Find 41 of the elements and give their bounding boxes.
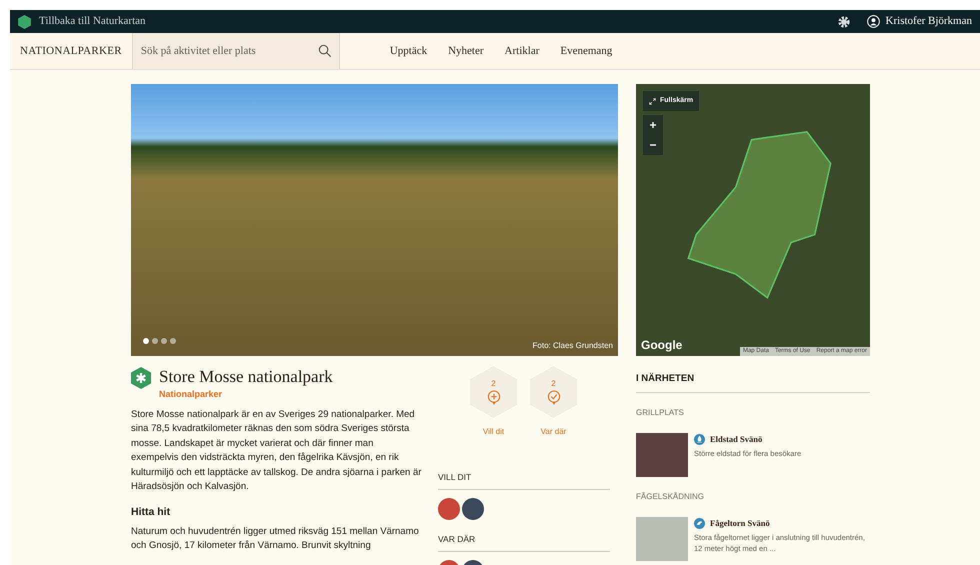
action-count: 2 — [551, 378, 556, 390]
section-heading: VILL DIT — [438, 471, 610, 490]
nav-link[interactable]: Evenemang — [560, 42, 612, 60]
nav-link[interactable]: Nyheter — [448, 42, 484, 60]
logo-icon — [18, 14, 31, 28]
zoom-out-button[interactable]: − — [643, 135, 663, 155]
hexagon-background — [530, 366, 577, 418]
category-heading: GRILLPLATS — [636, 407, 685, 420]
plus-pin-icon — [486, 390, 500, 406]
photo-placeholder — [636, 433, 688, 478]
back-link[interactable]: Tillbaka till Naturkartan — [18, 13, 146, 30]
place-link[interactable]: Fågeltorn Svänö — [710, 517, 770, 530]
photo-placeholder — [636, 517, 688, 562]
action-count: 2 — [491, 378, 496, 390]
avatar[interactable] — [438, 498, 460, 520]
park-title: Store Mosse nationalpark — [159, 366, 333, 388]
campfire-icon — [694, 434, 705, 446]
user-icon — [866, 15, 880, 28]
user-menu[interactable]: Kristofer Björkman — [866, 13, 972, 30]
search-icon[interactable] — [318, 44, 332, 58]
nearby-heading: I NÄRHETEN — [636, 372, 870, 394]
hexagon-background — [470, 366, 517, 418]
section-heading: VAR DÄR — [438, 532, 610, 552]
nav-link[interactable]: Upptäck — [390, 42, 428, 60]
brand[interactable]: NATIONALPARKER — [10, 33, 132, 69]
directions-text: Naturum och huvudentrén ligger utmed riksväg 151 mellan Värnamo och Gnosjö, 17 kilometer från Värnamo. Brunvit skyltning — [131, 525, 420, 554]
expand-icon — [649, 98, 656, 104]
photo-credit: Foto: Claes Grundsten — [532, 340, 613, 352]
search-field[interactable]: Sök på aktivitet eller plats — [132, 33, 340, 69]
nav-link[interactable]: Artiklar — [504, 42, 540, 60]
place-link[interactable]: Eldstad Svänö — [710, 433, 762, 446]
park-icon — [131, 367, 151, 389]
bird-icon — [694, 518, 705, 530]
check-pin-icon — [546, 390, 560, 406]
settings-icon[interactable] — [836, 14, 851, 28]
directions-heading: Hitta hit — [131, 504, 172, 520]
park-description: Store Mosse nationalpark är en av Sveriges 29 nationalparker. Med sina 78,5 kvadratkilometer räknas den som södra Sveriges största mosse. Landskapet är mycket varierat och där finner man exempelvis den vidsträckta myren, den fågelrika Kävsjön, en rik kulturmiljö och ett lapptäcke av tallskog. De andra sjöarna i parken är Häradsösjön och Kalvasjön. — [131, 408, 422, 494]
zoom-in-button[interactable]: + — [643, 115, 663, 135]
category-heading: FÅGELSKÅDNING — [636, 491, 706, 504]
avatar[interactable] — [462, 498, 484, 520]
map-logo: Google — [641, 337, 682, 354]
